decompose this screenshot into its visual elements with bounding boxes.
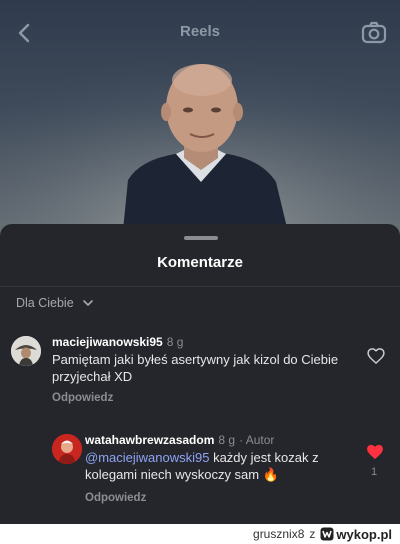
sheet-drag-handle[interactable] xyxy=(184,236,218,240)
avatar[interactable] xyxy=(52,434,82,464)
top-bar: Reels xyxy=(0,0,400,66)
comment-header: watahawbrewzasadom 8 g · Autor xyxy=(85,433,274,447)
reels-screen: Reels Komentarze Dla Ciebie maciejiwanow… xyxy=(0,0,400,524)
heart-icon[interactable] xyxy=(366,346,386,366)
mention-link[interactable]: @maciejiwanowski95 xyxy=(85,450,209,465)
watermark-bar: grusznix8 z wykop.pl xyxy=(0,524,400,544)
sort-label: Dla Ciebie xyxy=(16,296,74,310)
divider xyxy=(0,286,400,287)
page-title: Reels xyxy=(179,23,221,40)
watermark-separator: z xyxy=(309,527,316,541)
like-count: 1 xyxy=(371,466,378,478)
comments-title: Komentarze xyxy=(157,254,243,271)
camera-icon[interactable] xyxy=(360,19,388,47)
comment-header: maciejiwanowski95 8 g xyxy=(52,335,183,349)
comment-time: 8 g xyxy=(218,433,236,447)
sort-dropdown[interactable]: Dla Ciebie xyxy=(16,293,94,313)
avatar[interactable] xyxy=(11,336,41,366)
comment-time: 8 g xyxy=(166,335,184,349)
watermark-site: wykop.pl xyxy=(336,526,392,542)
author-badge: · Autor xyxy=(239,433,275,447)
chevron-down-icon xyxy=(82,300,93,306)
comment-username[interactable]: maciejiwanowski95 xyxy=(52,335,163,349)
comment-text: Pamiętam jaki byłeś asertywny jak kizol … xyxy=(52,352,339,384)
heart-filled-icon[interactable] xyxy=(365,442,385,462)
wykop-logo: wykop.pl xyxy=(320,527,392,542)
wykop-icon xyxy=(320,527,334,541)
reel-video[interactable]: Reels xyxy=(0,0,400,240)
comments-sheet: Komentarze Dla Ciebie maciejiwanowski95 8… xyxy=(0,224,400,524)
comment-username[interactable]: watahawbrewzasadom xyxy=(85,433,214,447)
comment-text: @maciejiwanowski95 każdy jest kozak z ko… xyxy=(85,449,355,483)
reply-button[interactable]: Odpowiedz xyxy=(52,392,113,404)
reply-button[interactable]: Odpowiedz xyxy=(85,492,146,504)
watermark-user: grusznix8 xyxy=(253,527,305,541)
